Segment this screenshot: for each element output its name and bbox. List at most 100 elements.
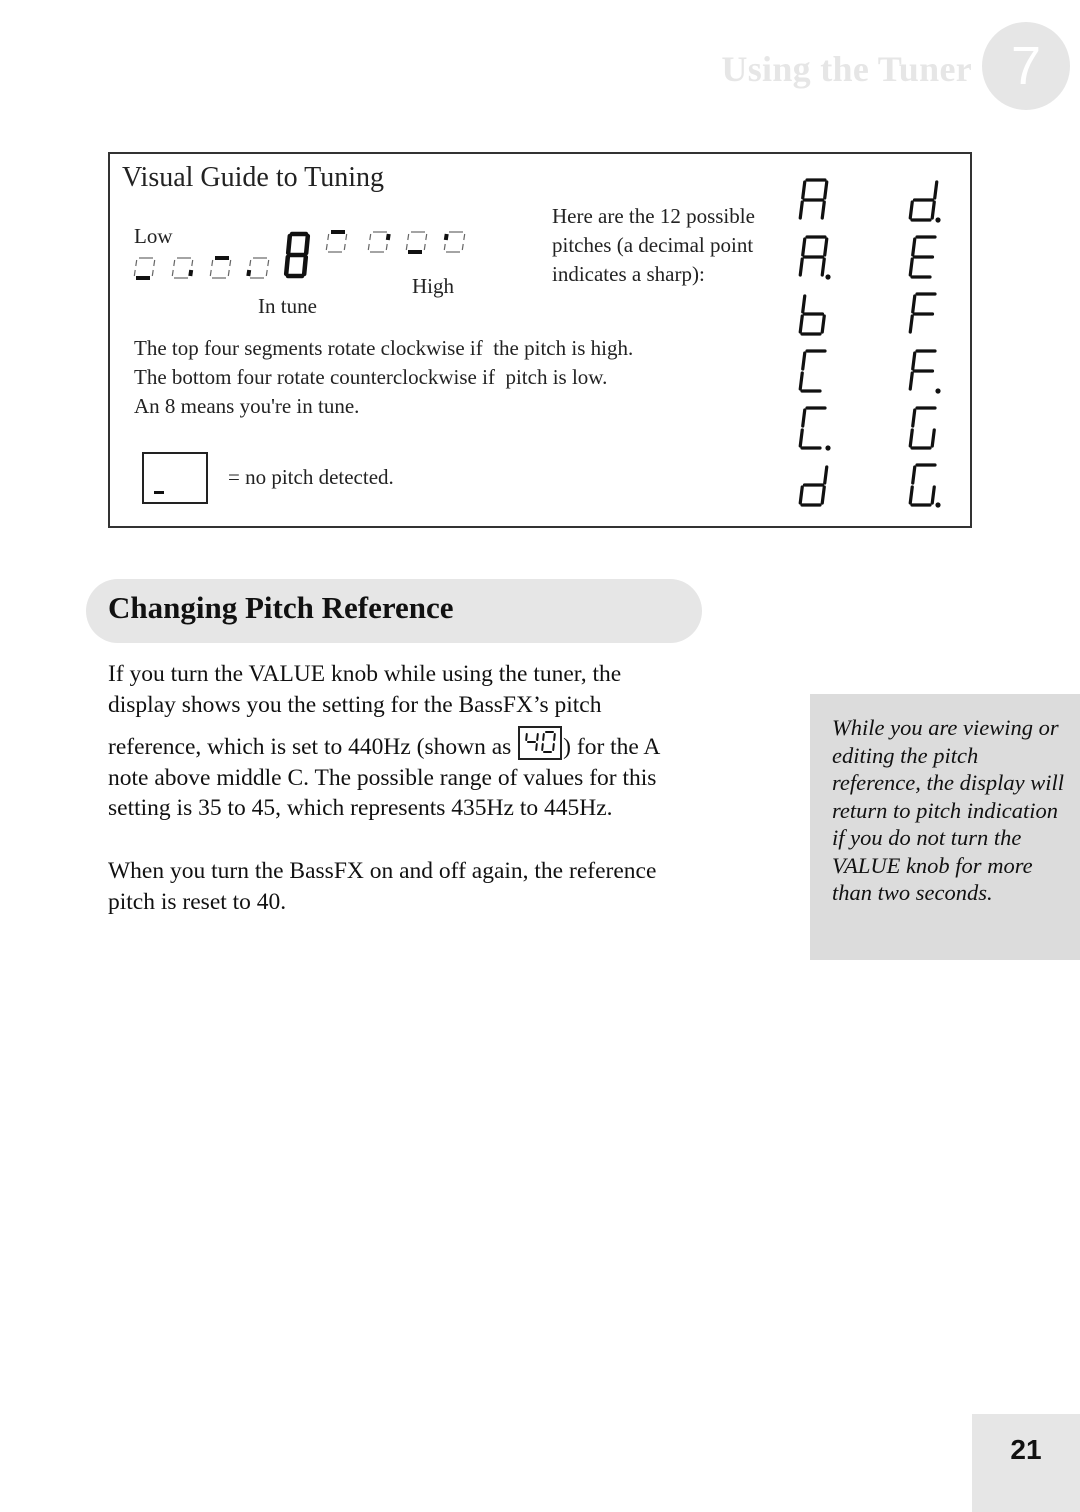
segment-c <box>385 243 388 251</box>
segment-e <box>171 269 174 277</box>
segment-e <box>908 200 914 220</box>
segment-f <box>911 408 917 428</box>
segment-f <box>327 233 330 241</box>
pitch-glyph-d <box>798 465 829 507</box>
sidebar-note: While you are viewing or editing the pit… <box>810 694 1080 960</box>
segment-c <box>820 200 826 220</box>
pitch-note-line: pitches (a decimal point <box>552 233 754 257</box>
guide-description: The top four segments rotate clockwise i… <box>134 334 633 421</box>
segment-f <box>407 233 410 241</box>
pitch-glyph-8 <box>283 231 311 279</box>
tuner-digit-high-2 <box>367 231 391 253</box>
segment-b <box>385 233 391 241</box>
segment-e <box>367 243 370 251</box>
paragraph-reset: When you turn the BassFX on and off agai… <box>108 856 728 917</box>
segment-f <box>542 733 545 741</box>
segment-f <box>211 259 214 267</box>
pitch-glyph-F-sharp <box>908 349 941 394</box>
segment-e <box>798 428 804 448</box>
paragraph-line: setting is 35 to 45, which represents 43… <box>108 795 613 821</box>
segment-c <box>151 269 154 277</box>
pitch-note: Here are the 12 possible pitches (a deci… <box>552 202 755 289</box>
segment-e <box>798 257 804 277</box>
segment-c <box>423 243 426 251</box>
segment-f <box>369 233 372 241</box>
pitch-glyph-d-sharp <box>908 180 941 223</box>
segment-c <box>535 743 538 751</box>
pitch-note-line: Here are the 12 possible <box>552 204 755 228</box>
segment-f <box>911 465 917 485</box>
page-number-box: 21 <box>972 1414 1080 1512</box>
segment-e <box>246 269 252 277</box>
paragraph-text: ) for the A <box>563 734 661 760</box>
segment-c <box>552 743 555 751</box>
segment-e <box>798 371 804 391</box>
paragraph-line: display shows you the setting for the Ba… <box>108 691 602 718</box>
paragraph-line: pitch is reset to 40. <box>108 888 287 915</box>
sharp-dot <box>825 274 831 280</box>
tuner-indicator-strip <box>133 230 466 280</box>
pitch-glyph-G-sharp <box>908 463 941 508</box>
segment-f <box>801 180 807 200</box>
sharp-dot <box>935 388 941 394</box>
segment-c <box>930 485 936 505</box>
sharp-dot <box>935 502 941 508</box>
segment-c <box>265 269 268 277</box>
segment-e <box>443 243 446 251</box>
sharp-dot <box>935 217 941 223</box>
tuner-digit-low-1 <box>133 257 156 280</box>
segment-f <box>801 408 807 428</box>
segment-b <box>463 233 466 241</box>
segment-b <box>303 233 311 256</box>
segment-c <box>820 257 826 277</box>
tuner-digit-low-2 <box>171 257 194 279</box>
segment-e <box>798 485 804 505</box>
pitch-glyph-E <box>908 235 937 279</box>
paragraph-line: When you turn the BassFX on and off agai… <box>108 858 657 884</box>
sharp-dot <box>825 445 831 451</box>
segment-f <box>801 294 807 314</box>
description-line: The top four segments rotate clockwise i… <box>134 336 634 360</box>
segment-e <box>908 371 914 391</box>
segment-b <box>933 180 939 200</box>
segment-f <box>525 733 528 741</box>
segment-c <box>820 314 826 334</box>
segment-b <box>823 465 829 485</box>
pitch-glyph-A-sharp <box>798 235 831 280</box>
tuner-digit-low-3 <box>209 256 232 279</box>
segment-e <box>798 200 804 220</box>
segment-c <box>343 243 346 251</box>
segment-f <box>285 233 293 256</box>
segment-c <box>930 428 936 448</box>
segment-c <box>301 254 309 277</box>
pitch-glyph-G <box>908 406 937 450</box>
pitch-glyph-4 <box>525 733 539 751</box>
paragraph-line: note above middle C. The possible range … <box>108 764 657 791</box>
visual-guide-title: Visual Guide to Tuning <box>122 162 385 193</box>
segment-b <box>823 237 829 257</box>
page-number: 21 <box>1010 1434 1042 1465</box>
segment-f <box>911 237 917 257</box>
segment-b <box>425 233 428 241</box>
inline-display-40 <box>518 726 563 760</box>
segment-e <box>133 269 136 277</box>
tuner-digit-high-3 <box>405 231 428 254</box>
pitch-glyph-0 <box>541 731 556 753</box>
segment-b <box>229 259 232 267</box>
pitch-glyph-C <box>798 349 827 393</box>
segment-c <box>461 243 464 251</box>
segment-f <box>911 351 917 371</box>
sidebar-note-text: While you are viewing or editing the pit… <box>832 715 1065 905</box>
paragraph-pitch-reference: If you turn the VALUE knob while using t… <box>108 659 728 824</box>
section-heading: Changing Pitch Reference <box>108 590 454 625</box>
tuner-digit-high-1 <box>325 230 348 253</box>
segment-e <box>908 314 914 334</box>
segment-f <box>135 259 138 267</box>
pitch-note-line: indicates a sharp): <box>552 262 705 286</box>
tuner-digit-high-4 <box>443 231 466 253</box>
segment-b <box>267 259 270 267</box>
pitch-glyph-grid <box>798 178 941 508</box>
segment-b <box>345 233 348 241</box>
segment-b <box>536 733 539 741</box>
chapter-number: 7 <box>1010 36 1042 96</box>
